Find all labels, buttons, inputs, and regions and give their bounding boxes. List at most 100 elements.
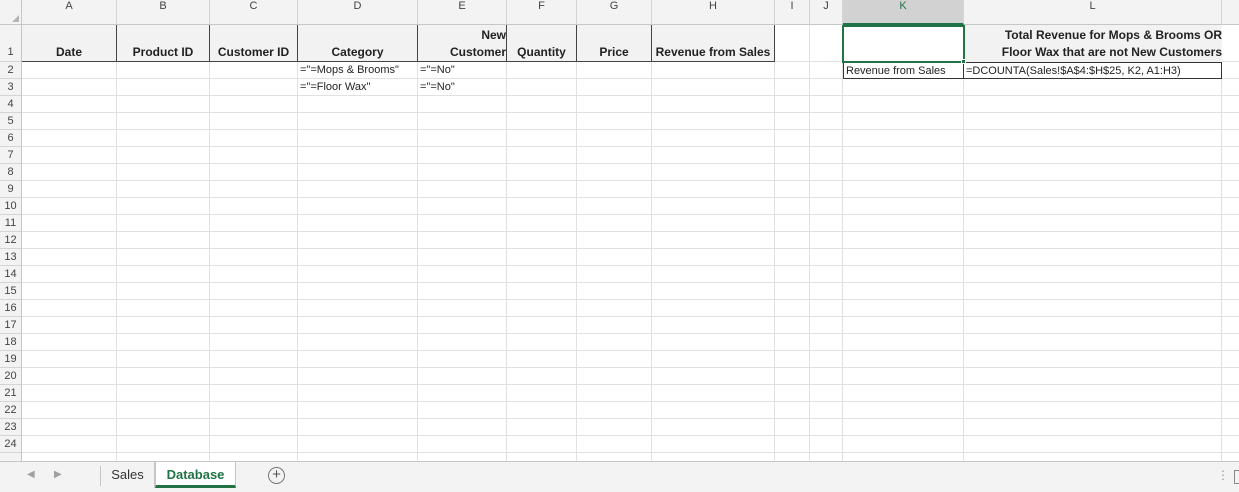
column-header-m[interactable] <box>1222 0 1239 25</box>
header-quantity[interactable]: Quantity <box>507 25 577 62</box>
row-number: 20 <box>4 370 17 382</box>
spreadsheet-grid[interactable]: A B C D E F G H I J K L 1 2 3 4 5 6 7 8 … <box>0 0 1239 461</box>
row-number: 23 <box>4 421 17 433</box>
row-header-6[interactable]: 6 <box>0 130 22 147</box>
column-header-h[interactable]: H <box>652 0 775 25</box>
row-header-10[interactable]: 10 <box>0 198 22 215</box>
tab-database[interactable]: Database <box>155 462 236 488</box>
prev-sheet-icon[interactable]: ◀ <box>27 469 35 480</box>
row-number: 5 <box>7 115 14 127</box>
row-header-21[interactable]: 21 <box>0 385 22 402</box>
header-new-customer[interactable]: New Customer <box>418 25 507 62</box>
more-options-icon[interactable]: ⋮ <box>1217 468 1229 482</box>
column-header-i[interactable]: I <box>775 0 810 25</box>
row-number: 16 <box>4 302 17 314</box>
row-number: 4 <box>7 98 14 110</box>
column-header-l[interactable]: L <box>964 0 1222 25</box>
row-header-9[interactable]: 9 <box>0 181 22 198</box>
header-date[interactable]: Date <box>22 25 117 62</box>
gridline <box>22 401 1239 402</box>
gridline <box>22 299 1239 300</box>
gridline <box>22 180 1239 181</box>
row-number: 15 <box>4 285 17 297</box>
column-header-c[interactable]: C <box>210 0 298 25</box>
column-letter: J <box>823 0 829 12</box>
field-label-cell[interactable]: Revenue from Sales <box>843 62 964 79</box>
summary-title[interactable]: Total Revenue for Mops & Brooms OR Floor… <box>964 25 1222 62</box>
column-header-j[interactable]: J <box>810 0 843 25</box>
row-header-23[interactable]: 23 <box>0 419 22 436</box>
row-header-15[interactable]: 15 <box>0 283 22 300</box>
header-category[interactable]: Category <box>298 25 418 62</box>
row-header-1[interactable]: 1 <box>0 25 22 62</box>
column-header-e[interactable]: E <box>418 0 507 25</box>
gridline <box>22 265 1239 266</box>
row-header-7[interactable]: 7 <box>0 147 22 164</box>
gridline <box>22 418 1239 419</box>
gridline <box>1221 25 1222 461</box>
row-header-17[interactable]: 17 <box>0 317 22 334</box>
row-header-12[interactable]: 12 <box>0 232 22 249</box>
gridline <box>22 163 1239 164</box>
row-number: 6 <box>7 132 14 144</box>
column-letter: B <box>159 0 167 12</box>
row-header-16[interactable]: 16 <box>0 300 22 317</box>
select-all-triangle-icon <box>12 15 19 22</box>
fill-handle[interactable] <box>961 59 966 64</box>
gridline <box>651 25 652 461</box>
row-number: 9 <box>7 183 14 195</box>
summary-title-line2: Floor Wax that are not New Customers <box>1001 45 1222 59</box>
gridline <box>22 248 1239 249</box>
header-product-id[interactable]: Product ID <box>117 25 210 62</box>
column-header-g[interactable]: G <box>577 0 652 25</box>
formula-cell[interactable]: =DCOUNTA(Sales!$A$4:$H$25, K2, A1:H3) <box>963 62 1222 79</box>
row-header-19[interactable]: 19 <box>0 351 22 368</box>
column-letter: C <box>249 0 258 12</box>
row-number: 14 <box>4 268 17 280</box>
row-header-22[interactable]: 22 <box>0 402 22 419</box>
row-header-3[interactable]: 3 <box>0 79 22 96</box>
header-price[interactable]: Price <box>577 25 652 62</box>
select-all-corner[interactable] <box>0 0 22 25</box>
header-customer-id[interactable]: Customer ID <box>210 25 298 62</box>
column-header-f[interactable]: F <box>507 0 577 25</box>
gridline <box>22 231 1239 232</box>
gridline <box>22 214 1239 215</box>
column-header-b[interactable]: B <box>117 0 210 25</box>
row-header-13[interactable]: 13 <box>0 249 22 266</box>
scrollbar-edge[interactable] <box>1234 470 1239 484</box>
column-letter: A <box>65 0 73 12</box>
next-sheet-icon[interactable]: ▶ <box>54 469 62 480</box>
row-header-14[interactable]: 14 <box>0 266 22 283</box>
row-header-18[interactable]: 18 <box>0 334 22 351</box>
criteria-category-row3[interactable]: ="=Floor Wax" <box>298 79 418 96</box>
column-letter: G <box>609 0 619 12</box>
row-number: 21 <box>4 387 17 399</box>
tab-sales[interactable]: Sales <box>101 462 155 488</box>
column-header-d[interactable]: D <box>298 0 418 25</box>
column-letter: L <box>1089 0 1096 12</box>
add-sheet-icon[interactable]: + <box>268 467 285 484</box>
gridline <box>842 25 843 461</box>
criteria-new-customer-row2[interactable]: ="=No" <box>418 62 507 79</box>
column-header-a[interactable]: A <box>22 0 117 25</box>
row-header-5[interactable]: 5 <box>0 113 22 130</box>
row-header-4[interactable]: 4 <box>0 96 22 113</box>
gridline <box>22 435 1239 436</box>
header-revenue[interactable]: Revenue from Sales <box>652 25 775 62</box>
row-number: 12 <box>4 234 17 246</box>
row-header-24[interactable]: 24 <box>0 436 22 453</box>
criteria-new-customer-row3[interactable]: ="=No" <box>418 79 507 96</box>
row-header-25[interactable] <box>0 453 22 461</box>
selected-cell-k1[interactable] <box>842 25 965 63</box>
row-header-11[interactable]: 11 <box>0 215 22 232</box>
row-header-8[interactable]: 8 <box>0 164 22 181</box>
column-letter: I <box>790 0 794 12</box>
gridline <box>22 95 1239 96</box>
row-number: 1 <box>7 46 14 58</box>
criteria-category-row2[interactable]: ="=Mops & Brooms" <box>298 62 418 79</box>
gridline <box>22 367 1239 368</box>
row-header-2[interactable]: 2 <box>0 62 22 79</box>
column-header-k[interactable]: K <box>843 0 964 25</box>
row-header-20[interactable]: 20 <box>0 368 22 385</box>
